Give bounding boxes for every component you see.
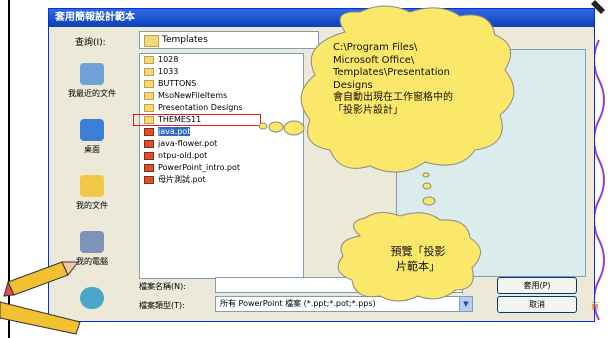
path-callout: C:\Program Files\ Microsoft Office\ Temp… (333, 42, 508, 117)
callout-line: 會自動出現在工作窗格中的 (333, 92, 453, 103)
callout-shapes (0, 5, 515, 335)
callout-line: 「投影片設計」 (333, 104, 403, 116)
pencil-icon (0, 300, 81, 335)
callout-line: 片範本」 (396, 260, 440, 273)
callout-line: 預覽「投影 (390, 245, 446, 258)
callout-line: C:\Program Files\ (333, 42, 418, 53)
callout-line: Microsoft Office\ (333, 54, 415, 66)
preview-callout: 預覽「投影 片範本」 (368, 244, 468, 274)
callout-line: Designs (333, 79, 373, 91)
pencil-icon (3, 261, 80, 297)
page-label: 頁 (591, 302, 599, 311)
callout-line: Templates\Presentation (333, 67, 451, 78)
